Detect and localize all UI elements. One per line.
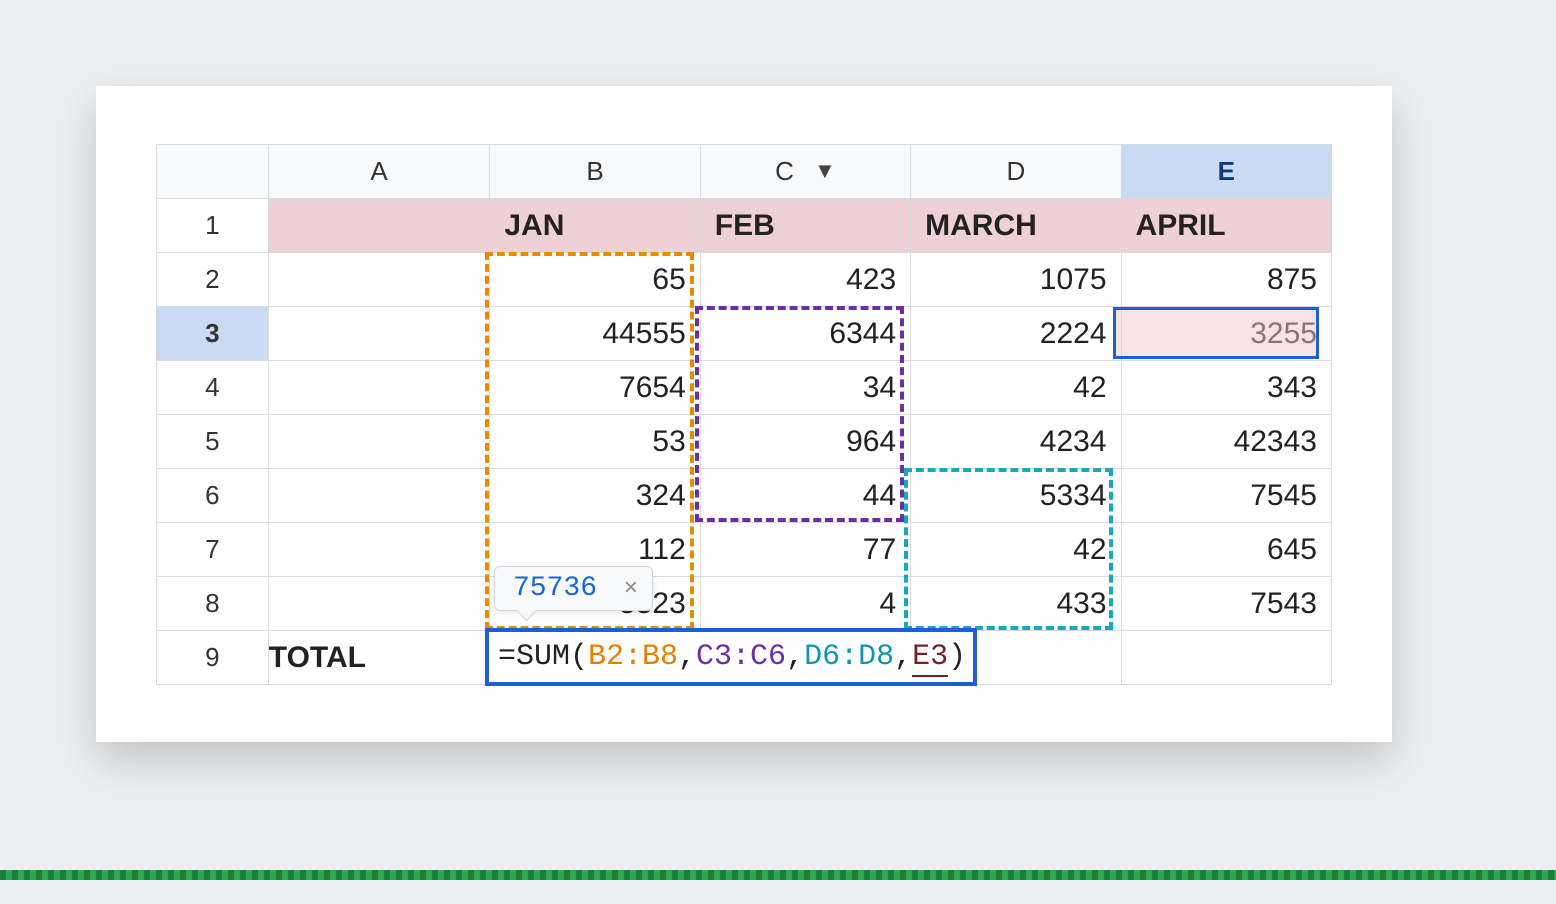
cell-A8[interactable] xyxy=(268,577,490,631)
cell-C6[interactable]: 44 xyxy=(700,469,910,523)
formula-arg2: C3:C6 xyxy=(696,640,786,674)
cell-A7[interactable] xyxy=(268,523,490,577)
formula-result-tooltip: 75736 × xyxy=(494,566,653,611)
formula-arg3: D6:D8 xyxy=(804,640,894,674)
cell-B4[interactable]: 7654 xyxy=(490,361,700,415)
cell-B1[interactable]: JAN xyxy=(490,199,700,253)
formula-bar-content[interactable]: =SUM(B2:B8,C3:C6,D6:D8,E3) xyxy=(498,640,966,674)
row-header-1[interactable]: 1 xyxy=(157,199,269,253)
col-header-D[interactable]: D xyxy=(911,145,1121,199)
col-header-A[interactable]: A xyxy=(268,145,490,199)
col-header-B[interactable]: B xyxy=(490,145,700,199)
row-header-6[interactable]: 6 xyxy=(157,469,269,523)
cell-E9[interactable] xyxy=(1121,631,1331,685)
cell-C5[interactable]: 964 xyxy=(700,415,910,469)
cell-C7[interactable]: 77 xyxy=(700,523,910,577)
cell-D6[interactable]: 5334 xyxy=(911,469,1121,523)
cell-B2[interactable]: 65 xyxy=(490,253,700,307)
cell-E7[interactable]: 645 xyxy=(1121,523,1331,577)
formula-comma2: , xyxy=(786,640,804,674)
cell-D1[interactable]: MARCH xyxy=(911,199,1121,253)
col-header-E[interactable]: E xyxy=(1121,145,1331,199)
row-header-5[interactable]: 5 xyxy=(157,415,269,469)
cell-E5[interactable]: 42343 xyxy=(1121,415,1331,469)
cell-D5[interactable]: 4234 xyxy=(911,415,1121,469)
cell-D4[interactable]: 42 xyxy=(911,361,1121,415)
cell-C1[interactable]: FEB xyxy=(700,199,910,253)
row-header-9[interactable]: 9 xyxy=(157,631,269,685)
decorative-footer-strip xyxy=(0,870,1556,880)
row-header-7[interactable]: 7 xyxy=(157,523,269,577)
formula-comma3: , xyxy=(894,640,912,674)
cell-A9[interactable]: TOTAL xyxy=(268,631,490,685)
cell-E1[interactable]: APRIL xyxy=(1121,199,1331,253)
col-header-C-label: C xyxy=(775,156,794,186)
select-all-corner[interactable] xyxy=(157,145,269,199)
cell-C4[interactable]: 34 xyxy=(700,361,910,415)
formula-arg4: E3 xyxy=(912,640,948,677)
cell-B6[interactable]: 324 xyxy=(490,469,700,523)
col-header-C[interactable]: C▼ xyxy=(700,145,910,199)
cell-D3[interactable]: 2224 xyxy=(911,307,1121,361)
cell-E3[interactable]: 3255 xyxy=(1121,307,1331,361)
cell-D8[interactable]: 433 xyxy=(911,577,1121,631)
cell-A1[interactable] xyxy=(268,199,490,253)
row-header-3[interactable]: 3 xyxy=(157,307,269,361)
row-header-8[interactable]: 8 xyxy=(157,577,269,631)
formula-suffix: ) xyxy=(948,640,966,674)
formula-prefix: =SUM( xyxy=(498,640,588,674)
cell-C3[interactable]: 6344 xyxy=(700,307,910,361)
formula-comma1: , xyxy=(678,640,696,674)
tooltip-close-icon[interactable]: × xyxy=(624,574,638,601)
cell-C8[interactable]: 4 xyxy=(700,577,910,631)
row-header-2[interactable]: 2 xyxy=(157,253,269,307)
tooltip-value: 75736 xyxy=(513,573,597,604)
cell-E6[interactable]: 7545 xyxy=(1121,469,1331,523)
cell-B3[interactable]: 44555 xyxy=(490,307,700,361)
spreadsheet-grid[interactable]: A B C▼ D E 1 JAN FEB MARCH APRIL 2 65 42… xyxy=(156,144,1332,685)
cell-A4[interactable] xyxy=(268,361,490,415)
cell-D2[interactable]: 1075 xyxy=(911,253,1121,307)
cell-A6[interactable] xyxy=(268,469,490,523)
cell-A3[interactable] xyxy=(268,307,490,361)
cell-A5[interactable] xyxy=(268,415,490,469)
col-dropdown-icon[interactable]: ▼ xyxy=(814,158,836,184)
cell-D7[interactable]: 42 xyxy=(911,523,1121,577)
cell-E4[interactable]: 343 xyxy=(1121,361,1331,415)
cell-B5[interactable]: 53 xyxy=(490,415,700,469)
row-header-4[interactable]: 4 xyxy=(157,361,269,415)
cell-C2[interactable]: 423 xyxy=(700,253,910,307)
cell-E8[interactable]: 7543 xyxy=(1121,577,1331,631)
cell-E2[interactable]: 875 xyxy=(1121,253,1331,307)
cell-A2[interactable] xyxy=(268,253,490,307)
formula-arg1: B2:B8 xyxy=(588,640,678,674)
